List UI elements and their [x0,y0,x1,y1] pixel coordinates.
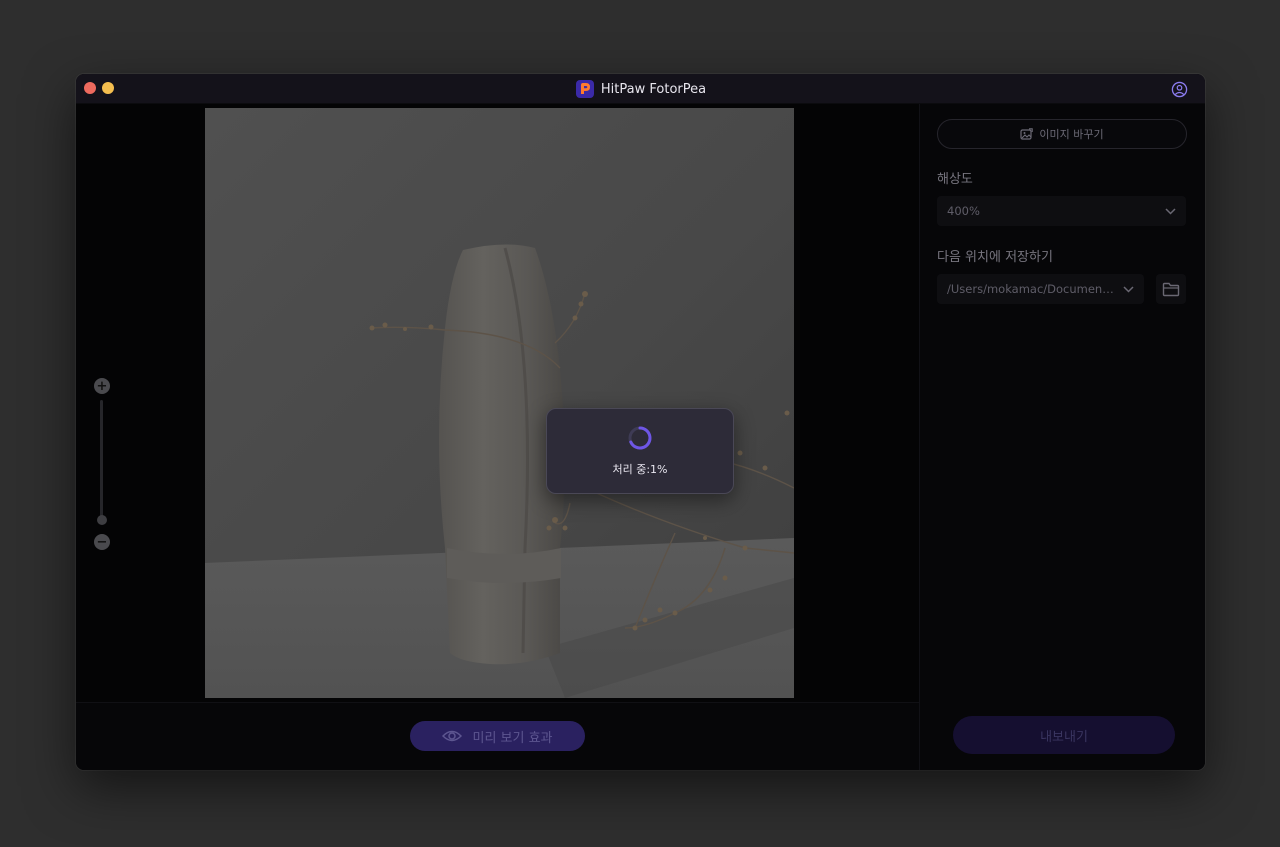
window-title: HitPaw FotorPea [600,81,707,97]
app-window: HitPaw FotorPea + − 처리 중:1% 미리 보기 효과 이미지… [76,74,1205,770]
preview-effect-button[interactable]: 미리 보기 효과 [410,721,585,751]
photo-preview [205,108,794,698]
export-label: 내보내기 [1040,729,1088,745]
chevron-down-icon [1165,207,1176,215]
image-swap-icon [1020,127,1034,140]
preview-effect-label: 미리 보기 효과 [472,730,553,746]
title-bar: HitPaw FotorPea [76,74,1205,104]
zoom-out-symbol: − [96,534,108,550]
save-path-value: /Users/mokamac/Documents/... [947,282,1117,296]
save-location-label: 다음 위치에 저장하기 [937,250,1053,265]
zoom-control: + − [93,378,111,550]
resolution-select[interactable]: 400% [937,196,1186,226]
zoom-in-symbol: + [96,378,108,394]
replace-image-label: 이미지 바꾸기 [1039,128,1104,141]
replace-image-button[interactable]: 이미지 바꾸기 [937,119,1187,149]
bottom-toolbar: 미리 보기 효과 [76,702,919,770]
settings-panel: 이미지 바꾸기 해상도 400% 다음 위치에 저장하기 /Users/moka… [920,104,1205,770]
zoom-slider-track[interactable] [100,400,103,524]
user-circle-icon [1171,81,1187,97]
browse-folder-button[interactable] [1156,274,1186,304]
zoom-out-button[interactable]: − [94,534,110,550]
loading-spinner-icon [628,426,652,450]
account-button[interactable] [1170,80,1188,98]
chevron-down-icon [1123,285,1134,293]
canvas-area: + − 처리 중:1% [76,104,919,702]
processing-overlay: 처리 중:1% [546,408,734,494]
minimize-window-button[interactable] [102,82,114,94]
save-path-select[interactable]: /Users/mokamac/Documents/... [937,274,1144,304]
eye-icon [442,730,463,742]
folder-icon [1162,282,1180,296]
close-window-button[interactable] [84,82,96,94]
resolution-label: 해상도 [937,172,973,187]
zoom-in-button[interactable]: + [94,378,110,394]
processing-status-text: 처리 중:1% [612,463,668,476]
export-button[interactable]: 내보내기 [953,716,1175,754]
resolution-value: 400% [947,204,980,218]
app-logo-icon [575,80,594,98]
zoom-slider-knob[interactable] [97,515,107,525]
